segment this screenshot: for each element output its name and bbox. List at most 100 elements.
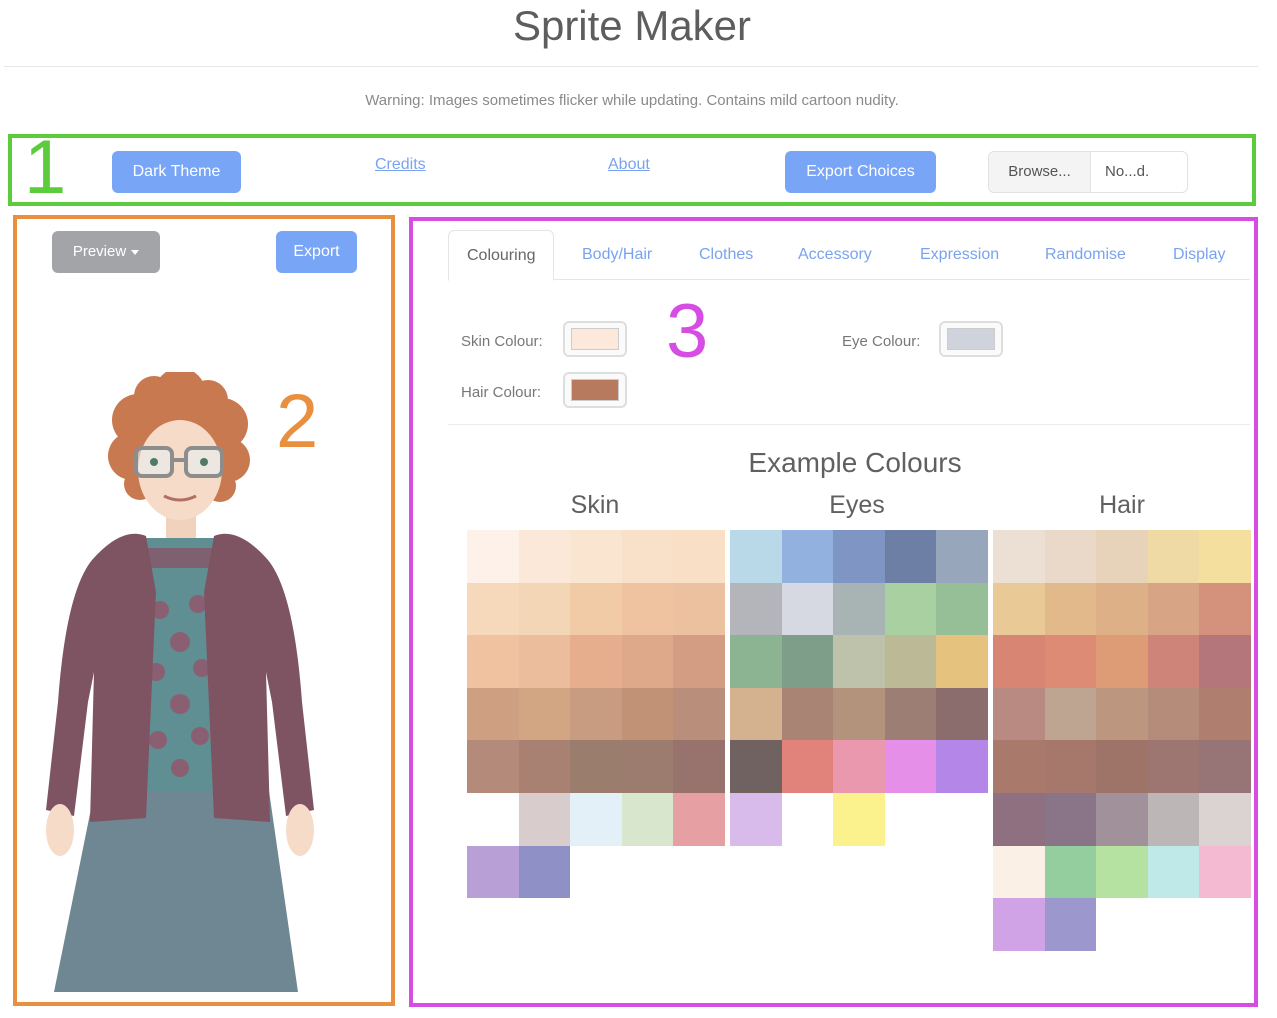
eyes-example-swatch[interactable] bbox=[936, 582, 988, 636]
hair-example-swatch[interactable] bbox=[1147, 687, 1200, 741]
eyes-example-swatch[interactable] bbox=[833, 740, 885, 793]
hair-example-swatch[interactable] bbox=[1096, 740, 1148, 793]
hair-colour-picker[interactable] bbox=[563, 372, 627, 408]
hair-example-swatch[interactable] bbox=[1096, 582, 1148, 636]
tab-body-hair[interactable]: Body/Hair bbox=[582, 246, 652, 264]
skin-example-swatch[interactable] bbox=[621, 687, 674, 741]
eyes-example-swatch[interactable] bbox=[781, 635, 834, 688]
skin-example-swatch[interactable] bbox=[621, 530, 674, 583]
skin-example-swatch[interactable] bbox=[467, 740, 519, 793]
skin-example-swatch[interactable] bbox=[467, 845, 519, 899]
hair-example-swatch[interactable] bbox=[1044, 582, 1097, 636]
skin-example-swatch[interactable] bbox=[570, 635, 622, 688]
eyes-example-swatch[interactable] bbox=[730, 687, 782, 741]
hair-example-swatch[interactable] bbox=[1147, 845, 1200, 899]
hair-example-swatch[interactable] bbox=[993, 582, 1045, 636]
skin-example-swatch[interactable] bbox=[518, 687, 571, 741]
hair-example-swatch[interactable] bbox=[1147, 635, 1200, 688]
skin-example-swatch[interactable] bbox=[570, 530, 622, 583]
about-link[interactable]: About bbox=[608, 156, 650, 174]
hair-example-swatch[interactable] bbox=[993, 845, 1045, 899]
hair-example-swatch[interactable] bbox=[1044, 740, 1097, 793]
eyes-example-swatch[interactable] bbox=[781, 687, 834, 741]
eyes-example-swatch[interactable] bbox=[781, 582, 834, 636]
hair-example-swatch[interactable] bbox=[1096, 530, 1148, 583]
tab-clothes[interactable]: Clothes bbox=[699, 246, 753, 264]
hair-example-swatch[interactable] bbox=[993, 898, 1045, 951]
hair-example-swatch[interactable] bbox=[1199, 530, 1251, 583]
skin-example-swatch[interactable] bbox=[570, 792, 622, 846]
eyes-example-swatch[interactable] bbox=[730, 635, 782, 688]
hair-example-swatch[interactable] bbox=[993, 530, 1045, 583]
hair-example-swatch[interactable] bbox=[1199, 687, 1251, 741]
hair-example-swatch[interactable] bbox=[1044, 687, 1097, 741]
hair-example-swatch[interactable] bbox=[1147, 792, 1200, 846]
tab-display[interactable]: Display bbox=[1173, 246, 1225, 264]
eyes-example-swatch[interactable] bbox=[884, 687, 937, 741]
eyes-example-swatch[interactable] bbox=[884, 582, 937, 636]
skin-example-swatch[interactable] bbox=[570, 582, 622, 636]
hair-example-swatch[interactable] bbox=[993, 740, 1045, 793]
skin-example-swatch[interactable] bbox=[518, 635, 571, 688]
eyes-example-swatch[interactable] bbox=[936, 687, 988, 741]
skin-example-swatch[interactable] bbox=[673, 740, 725, 793]
skin-example-swatch[interactable] bbox=[673, 792, 725, 846]
tab-randomise[interactable]: Randomise bbox=[1045, 246, 1126, 264]
hair-example-swatch[interactable] bbox=[1199, 792, 1251, 846]
skin-example-swatch[interactable] bbox=[673, 530, 725, 583]
tab-accessory[interactable]: Accessory bbox=[798, 246, 872, 264]
hair-example-swatch[interactable] bbox=[993, 635, 1045, 688]
eyes-example-swatch[interactable] bbox=[833, 582, 885, 636]
hair-example-swatch[interactable] bbox=[1096, 792, 1148, 846]
hair-example-swatch[interactable] bbox=[1096, 635, 1148, 688]
skin-example-swatch[interactable] bbox=[467, 635, 519, 688]
export-button[interactable]: Export bbox=[276, 231, 357, 273]
tab-colouring[interactable]: Colouring bbox=[448, 230, 555, 281]
eyes-example-swatch[interactable] bbox=[730, 740, 782, 793]
skin-colour-picker[interactable] bbox=[563, 321, 627, 357]
skin-example-swatch[interactable] bbox=[467, 582, 519, 636]
eyes-example-swatch[interactable] bbox=[936, 635, 988, 688]
eyes-example-swatch[interactable] bbox=[936, 740, 988, 793]
hair-example-swatch[interactable] bbox=[993, 687, 1045, 741]
eyes-example-swatch[interactable] bbox=[833, 635, 885, 688]
eyes-example-swatch[interactable] bbox=[781, 740, 834, 793]
eyes-example-swatch[interactable] bbox=[730, 530, 782, 583]
eyes-example-swatch[interactable] bbox=[884, 635, 937, 688]
hair-example-swatch[interactable] bbox=[993, 792, 1045, 846]
hair-example-swatch[interactable] bbox=[1096, 687, 1148, 741]
skin-example-swatch[interactable] bbox=[518, 740, 571, 793]
browse-button[interactable]: Browse... bbox=[989, 152, 1091, 192]
hair-example-swatch[interactable] bbox=[1147, 582, 1200, 636]
hair-example-swatch[interactable] bbox=[1147, 530, 1200, 583]
preview-dropdown-button[interactable]: Preview bbox=[52, 231, 160, 273]
hair-example-swatch[interactable] bbox=[1147, 740, 1200, 793]
skin-example-swatch[interactable] bbox=[467, 687, 519, 741]
eyes-example-swatch[interactable] bbox=[781, 530, 834, 583]
hair-example-swatch[interactable] bbox=[1199, 635, 1251, 688]
export-choices-button[interactable]: Export Choices bbox=[785, 151, 936, 193]
skin-example-swatch[interactable] bbox=[621, 740, 674, 793]
eyes-example-swatch[interactable] bbox=[833, 687, 885, 741]
hair-example-swatch[interactable] bbox=[1199, 582, 1251, 636]
skin-example-swatch[interactable] bbox=[621, 792, 674, 846]
skin-example-swatch[interactable] bbox=[518, 582, 571, 636]
hair-example-swatch[interactable] bbox=[1044, 792, 1097, 846]
credits-link[interactable]: Credits bbox=[375, 156, 426, 174]
hair-example-swatch[interactable] bbox=[1096, 845, 1148, 899]
hair-example-swatch[interactable] bbox=[1044, 635, 1097, 688]
hair-example-swatch[interactable] bbox=[1199, 740, 1251, 793]
eyes-example-swatch[interactable] bbox=[936, 530, 988, 583]
eyes-example-swatch[interactable] bbox=[730, 582, 782, 636]
eyes-example-swatch[interactable] bbox=[884, 740, 937, 793]
skin-example-swatch[interactable] bbox=[673, 582, 725, 636]
eyes-example-swatch[interactable] bbox=[833, 530, 885, 583]
import-file-input[interactable]: Browse... No...d. bbox=[988, 151, 1188, 193]
skin-example-swatch[interactable] bbox=[570, 740, 622, 793]
hair-example-swatch[interactable] bbox=[1199, 845, 1251, 899]
skin-example-swatch[interactable] bbox=[673, 687, 725, 741]
hair-example-swatch[interactable] bbox=[1044, 530, 1097, 583]
skin-example-swatch[interactable] bbox=[467, 530, 519, 583]
hair-example-swatch[interactable] bbox=[1044, 898, 1097, 951]
eyes-example-swatch[interactable] bbox=[884, 530, 937, 583]
